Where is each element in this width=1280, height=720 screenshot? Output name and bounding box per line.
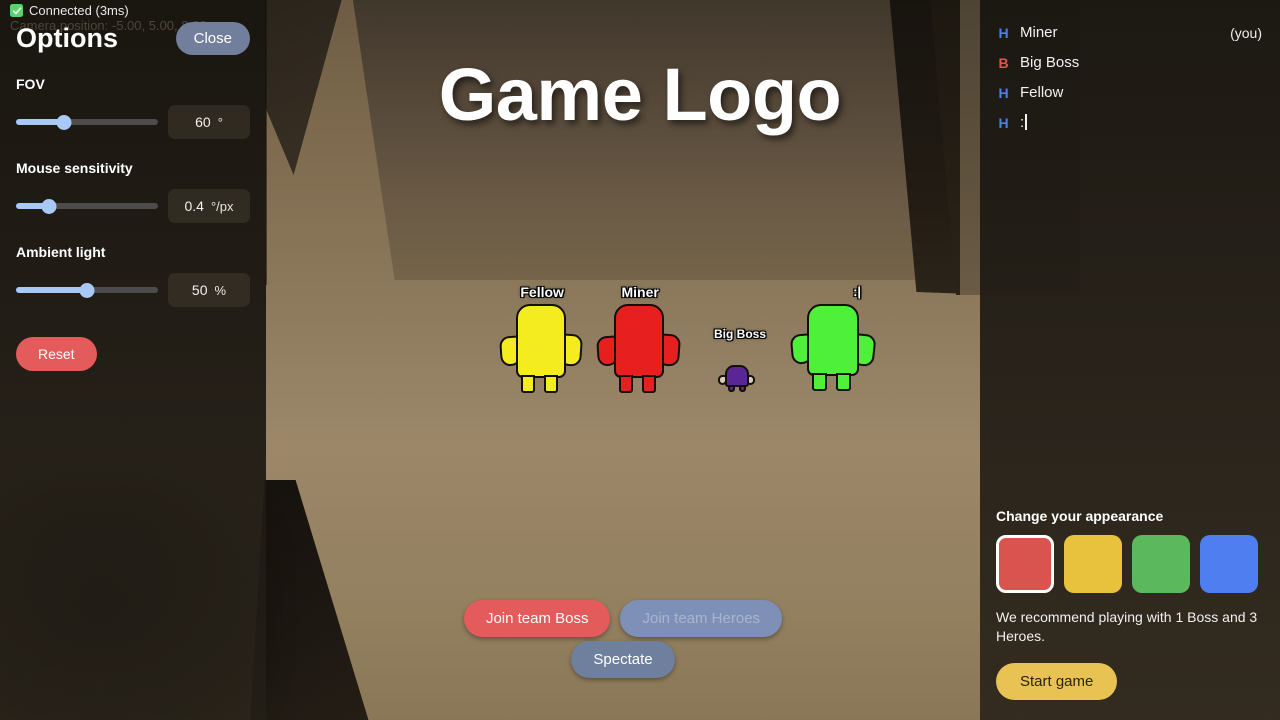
list-item[interactable]: H Fellow bbox=[996, 80, 1264, 105]
list-item[interactable]: H Miner (you) bbox=[996, 20, 1264, 45]
setting-label: Mouse sensitivity bbox=[16, 160, 133, 176]
setting-ambient-light: Ambient light 50 % bbox=[16, 244, 250, 307]
character-nametag: :| bbox=[853, 284, 862, 299]
color-swatch-yellow[interactable] bbox=[1064, 535, 1122, 594]
spectate-button[interactable]: Spectate bbox=[571, 641, 675, 678]
color-swatch-blue[interactable] bbox=[1200, 535, 1258, 594]
recommendation-text: We recommend playing with 1 Boss and 3 H… bbox=[996, 609, 1258, 645]
options-panel: Camera position: -5.00, 5.00, 8.00 Conne… bbox=[0, 0, 266, 720]
setting-mouse-sensitivity: Mouse sensitivity 0.4 °/px bbox=[16, 160, 250, 223]
ambient-light-value: 50 bbox=[191, 282, 208, 298]
character-leg-left bbox=[619, 375, 633, 393]
character-leg-right bbox=[739, 385, 746, 392]
character-leg-right bbox=[642, 375, 656, 393]
character-leg-right bbox=[836, 373, 851, 391]
slider-fill bbox=[16, 287, 87, 293]
character-body bbox=[614, 304, 664, 378]
setting-row: 50 % bbox=[16, 273, 250, 307]
mouse-sensitivity-slider[interactable] bbox=[16, 196, 158, 216]
appearance-section: Change your appearance We recommend play… bbox=[996, 508, 1264, 700]
player-name: Fellow bbox=[1020, 84, 1064, 101]
list-item[interactable]: B Big Boss bbox=[996, 50, 1264, 75]
slider-thumb[interactable] bbox=[79, 282, 95, 298]
appearance-title: Change your appearance bbox=[996, 508, 1164, 525]
mouse-sensitivity-value-box[interactable]: 0.4 °/px bbox=[168, 189, 250, 223]
mouse-sensitivity-value: 0.4 bbox=[184, 198, 204, 214]
player-you-label: (you) bbox=[1230, 24, 1262, 41]
ambient-light-slider[interactable] bbox=[16, 280, 158, 300]
character-leg-right bbox=[544, 375, 558, 393]
join-team-boss-button[interactable]: Join team Boss bbox=[463, 600, 611, 637]
mouse-sensitivity-unit: °/px bbox=[210, 198, 234, 214]
color-swatch-red[interactable] bbox=[996, 535, 1054, 594]
options-header: Options Close bbox=[16, 22, 250, 55]
character-body bbox=[516, 304, 566, 378]
obscured-background-button bbox=[16, 670, 108, 704]
scene-back-wall bbox=[351, 0, 985, 280]
character-body bbox=[807, 304, 859, 376]
character-leg-left bbox=[728, 385, 735, 392]
team-join-row: Join team Boss Join team Heroes bbox=[463, 600, 783, 637]
team-badge-icon: H bbox=[998, 114, 1009, 131]
player-name: Big Boss bbox=[1020, 54, 1080, 71]
setting-label: FOV bbox=[16, 76, 45, 92]
character-nametag: Fellow bbox=[520, 284, 564, 300]
fov-value-box[interactable]: 60 ° bbox=[168, 105, 250, 139]
team-badge-icon: H bbox=[998, 84, 1009, 101]
character-nametag: Big Boss bbox=[713, 327, 767, 341]
setting-label: Ambient light bbox=[16, 244, 106, 260]
chat-input-row[interactable]: H : bbox=[996, 110, 1264, 135]
character-big-boss[interactable]: Big Boss bbox=[705, 325, 775, 395]
chat-input-value: : bbox=[1020, 114, 1025, 131]
setting-fov: FOV 60 ° bbox=[16, 76, 250, 139]
appearance-swatches bbox=[996, 535, 1264, 594]
checkbox-checked-icon[interactable] bbox=[10, 4, 23, 17]
setting-row: 60 ° bbox=[16, 105, 250, 139]
team-badge-icon: B bbox=[998, 54, 1009, 71]
team-selection-buttons: Join team Boss Join team Heroes Spectate bbox=[266, 600, 980, 678]
slider-thumb[interactable] bbox=[56, 114, 72, 130]
join-team-heroes-button[interactable]: Join team Heroes bbox=[620, 600, 783, 637]
character-fellow[interactable]: Fellow bbox=[498, 284, 590, 401]
chat-input[interactable]: : bbox=[1020, 114, 1027, 131]
color-swatch-green[interactable] bbox=[1132, 535, 1190, 594]
app-root: Game Logo Fellow Miner Big Boss:| Join … bbox=[0, 0, 1280, 720]
fov-slider[interactable] bbox=[16, 112, 158, 132]
fov-value: 60 bbox=[195, 114, 211, 130]
character-miner[interactable]: Miner bbox=[595, 284, 688, 401]
player-name: Miner bbox=[1020, 24, 1058, 41]
character-leg-left bbox=[812, 373, 827, 391]
fov-unit: ° bbox=[217, 114, 223, 130]
character-body bbox=[725, 365, 749, 387]
team-badge-icon: H bbox=[998, 24, 1009, 41]
ambient-light-value-box[interactable]: 50 % bbox=[168, 273, 250, 307]
close-options-button[interactable]: Close bbox=[175, 22, 250, 55]
character-leg-left bbox=[521, 375, 535, 393]
slider-thumb[interactable] bbox=[41, 198, 57, 214]
start-game-button[interactable]: Start game bbox=[996, 663, 1118, 700]
setting-row: 0.4 °/px bbox=[16, 189, 250, 223]
options-title: Options bbox=[16, 23, 118, 53]
player-list: H Miner (you) B Big Boss H Fellow H : bbox=[996, 20, 1264, 135]
connection-status-label: Connected (3ms) bbox=[29, 3, 129, 18]
reset-button[interactable]: Reset bbox=[16, 337, 97, 371]
character-nametag: Miner bbox=[621, 284, 659, 300]
character-green-player[interactable]: :| bbox=[789, 284, 881, 401]
ambient-light-unit: % bbox=[214, 282, 227, 298]
text-caret bbox=[1025, 114, 1027, 130]
sidebar: H Miner (you) B Big Boss H Fellow H : Ch… bbox=[980, 0, 1280, 720]
connection-status: Connected (3ms) bbox=[10, 3, 129, 18]
